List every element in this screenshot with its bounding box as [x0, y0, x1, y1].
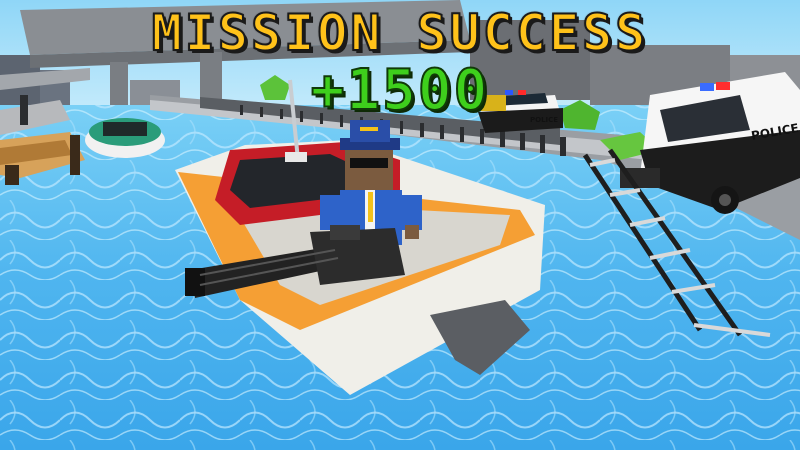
green-boat [85, 118, 165, 158]
score-popup: +1500 [310, 57, 490, 124]
mission-success-title: MISSION SUCCESS [151, 3, 649, 63]
